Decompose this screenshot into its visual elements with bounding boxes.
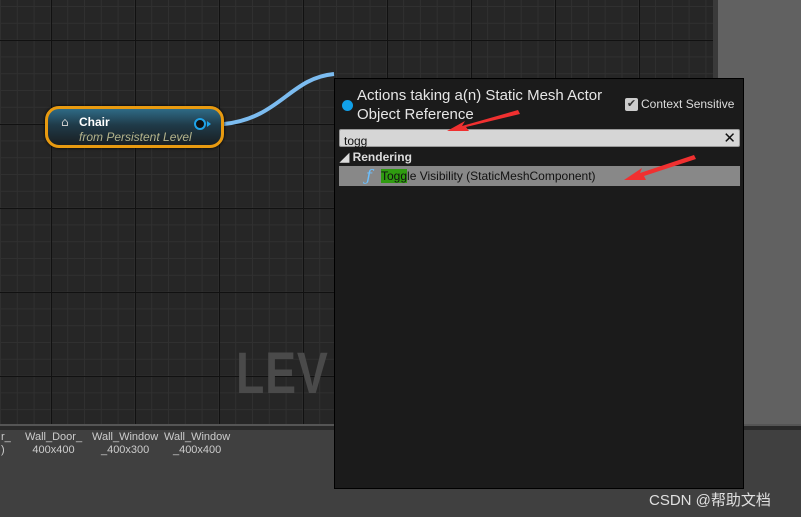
chair-actor-node[interactable]: ⌂ Chair from Persistent Level	[45, 106, 224, 148]
action-menu-title: Actions taking a(n) Static Mesh Actor Ob…	[357, 87, 603, 123]
search-box[interactable]: ✕	[339, 129, 740, 149]
node-title: Chair	[79, 115, 110, 129]
context-sensitive-checkbox[interactable]: ✔ Context Sensitive	[625, 97, 734, 111]
category-label: Rendering	[352, 150, 412, 164]
category-rendering[interactable]: ◢ Rendering	[340, 150, 412, 164]
action-item-toggle-visibility[interactable]: ƒ Toggle Visibility (StaticMeshComponent…	[339, 166, 740, 186]
csdn-watermark: CSDN @帮助文档	[649, 492, 771, 509]
action-item-label: Toggle Visibility (StaticMeshComponent)	[381, 169, 596, 183]
search-match-highlight: Togg	[381, 169, 408, 183]
context-sensitive-label: Context Sensitive	[641, 97, 735, 111]
object-reference-dot-icon	[342, 100, 353, 111]
action-item-label-rest: le Visibility (StaticMeshComponent)	[407, 169, 596, 183]
node-subtitle: from Persistent Level	[79, 130, 192, 144]
home-icon: ⌂	[61, 115, 69, 129]
search-input[interactable]	[340, 133, 710, 149]
close-icon[interactable]: ✕	[723, 129, 736, 147]
action-menu: Actions taking a(n) Static Mesh Actor Ob…	[334, 78, 744, 489]
output-pin[interactable]	[194, 118, 206, 130]
function-icon: ƒ	[366, 166, 372, 185]
checkmark-icon[interactable]: ✔	[625, 97, 638, 111]
pin-arrow-icon	[207, 121, 211, 127]
